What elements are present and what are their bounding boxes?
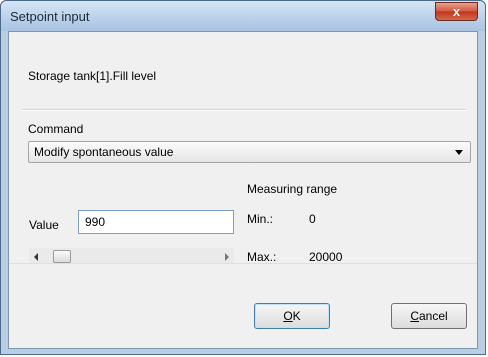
divider [22, 109, 466, 111]
scroll-left-icon[interactable] [34, 253, 38, 261]
title-bar[interactable]: Setpoint input x [1, 1, 485, 31]
min-label: Min.: [247, 212, 274, 226]
command-selected-value: Modify spontaneous value [34, 145, 174, 159]
max-label: Max.: [247, 250, 277, 264]
command-label: Command [28, 122, 84, 136]
value-label: Value [29, 218, 59, 232]
cancel-button[interactable]: Cancel [391, 303, 467, 329]
close-button[interactable]: x [435, 2, 478, 21]
command-dropdown[interactable]: Modify spontaneous value [28, 141, 471, 163]
slider-thumb[interactable] [52, 250, 71, 263]
max-value: 20000 [309, 250, 343, 264]
ok-button[interactable]: OK [254, 303, 330, 329]
scroll-right-icon[interactable] [225, 253, 229, 261]
setpoint-dialog: Setpoint input x Storage tank[1].Fill le… [0, 0, 486, 355]
measuring-range-heading: Measuring range [247, 182, 338, 196]
button-bar: OK Cancel [9, 263, 477, 348]
close-icon: x [452, 4, 461, 19]
value-input[interactable] [78, 210, 234, 234]
tag-path-label: Storage tank[1].Fill level [28, 69, 157, 83]
dialog-title: Setpoint input [10, 9, 90, 24]
min-value: 0 [309, 212, 316, 226]
chevron-down-icon[interactable] [455, 150, 463, 155]
